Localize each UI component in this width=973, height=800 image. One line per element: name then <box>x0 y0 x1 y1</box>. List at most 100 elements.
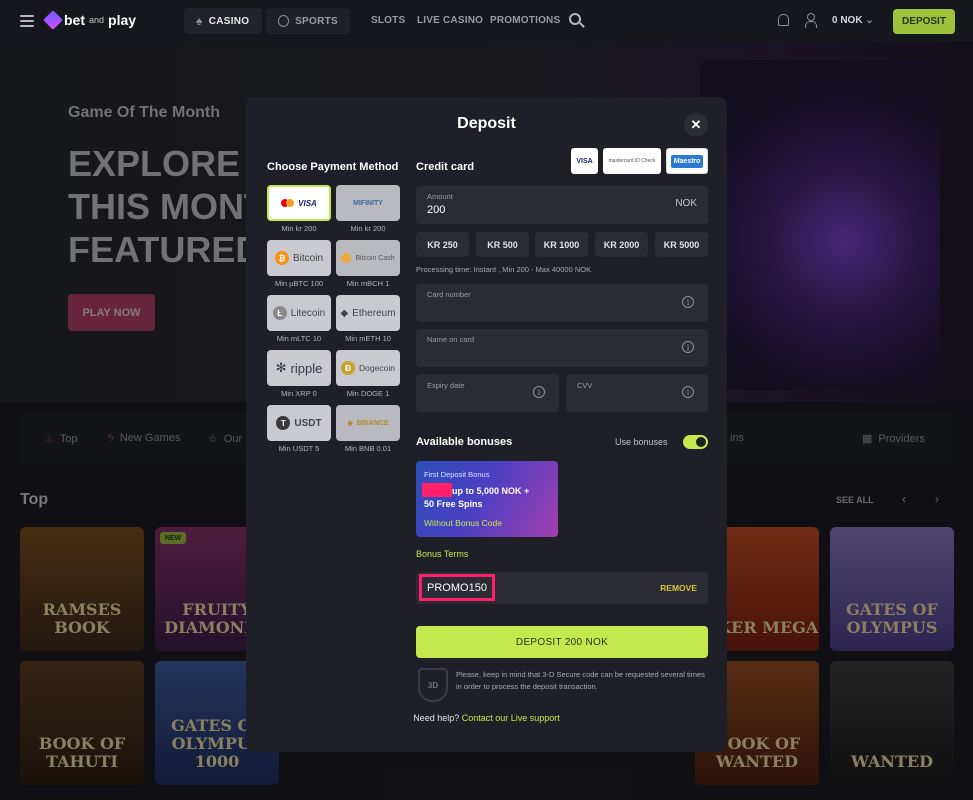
currency-label: NOK <box>675 198 697 209</box>
nav-live-casino[interactable]: LIVE CASINO <box>417 15 483 26</box>
method-visa[interactable]: VISA <box>267 185 331 221</box>
method-bitcoin-cash[interactable]: Bitcoin Cash <box>336 240 400 276</box>
game-tile[interactable]: WANTED <box>830 661 954 785</box>
remove-promo-button[interactable]: REMOVE <box>660 583 697 593</box>
credit-card-title: Credit card <box>416 161 475 173</box>
chevron-down-icon: ⌄ <box>865 15 874 26</box>
expiry-date-field[interactable]: Expiry date i <box>416 374 559 412</box>
category-our[interactable]: ☆ Our <box>208 432 242 446</box>
method-ethereum[interactable]: ◆ Ethereum <box>336 295 400 331</box>
cvv-field[interactable]: CVV i <box>566 374 708 412</box>
method-min: Min mBCH 1 <box>346 279 390 288</box>
top-nav: bet and play ♠ CASINO SPORTS SLOTS LIVE CA… <box>0 0 973 42</box>
ball-icon <box>278 15 290 27</box>
bitcoin-icon: ₿ <box>274 251 289 265</box>
game-tile[interactable]: RAMSES BOOK <box>20 527 144 651</box>
method-binance[interactable]: ◈ BINANCE <box>336 405 400 441</box>
litecoin-icon: Ł <box>272 306 287 320</box>
live-support-link[interactable]: Contact our Live support <box>462 713 560 723</box>
method-min: Min kr 200 <box>350 224 386 233</box>
method-bitcoin[interactable]: ₿ Bitcoin <box>267 240 331 276</box>
ripple-icon: ✻ <box>275 360 287 375</box>
method-min: Min BNB 0.01 <box>344 444 392 453</box>
promo-code-field[interactable]: PROMO150 REMOVE <box>416 572 708 604</box>
hero-artwork <box>700 60 940 390</box>
quick-amount-button[interactable]: KR 2000 <box>595 232 648 257</box>
search-icon[interactable] <box>569 13 581 25</box>
bonus-card[interactable]: First Deposit Bonus up to 5,000 NOK + 50… <box>416 461 558 537</box>
use-bonuses-toggle[interactable] <box>683 435 708 449</box>
star-icon: ☆ <box>208 433 218 445</box>
next-arrow-icon[interactable]: › <box>935 492 939 506</box>
quick-amount-button[interactable]: KR 5000 <box>655 232 708 257</box>
method-min: Min XRP 0 <box>281 389 317 398</box>
method-min: Min mLTC 10 <box>276 334 322 343</box>
bell-icon[interactable] <box>778 14 789 26</box>
bitcoin-cash-icon <box>341 253 352 263</box>
method-dogecoin[interactable]: Ð Dogecoin <box>336 350 400 386</box>
nav-promotions[interactable]: PROMOTIONS <box>490 15 560 26</box>
name-on-card-field[interactable]: Name on card i <box>416 329 708 367</box>
card-number-field[interactable]: Card number i <box>416 284 708 322</box>
category-new-games[interactable]: ϟ New Games <box>108 432 180 444</box>
quick-amount-button[interactable]: KR 250 <box>416 232 469 257</box>
amount-field[interactable]: Amount 200 NOK <box>416 186 708 224</box>
visa-logo: VISA <box>571 148 598 174</box>
deposit-modal: Deposit ✕ Choose Payment Method VISA Min… <box>246 97 727 752</box>
info-icon[interactable]: i <box>682 341 694 353</box>
nav-sports[interactable]: SPORTS <box>266 8 350 34</box>
info-icon[interactable]: i <box>533 386 545 398</box>
flame-icon: ♨ <box>44 433 54 445</box>
info-icon[interactable]: i <box>682 386 694 398</box>
game-tile[interactable]: BOOK OF TAHUTI <box>20 661 144 785</box>
new-badge: NEW <box>160 532 186 544</box>
game-tile[interactable]: GATES OF OLYMPUS <box>830 527 954 651</box>
tether-icon: T <box>276 416 291 430</box>
method-usdt[interactable]: T USDT <box>267 405 331 441</box>
spade-icon: ♠ <box>196 14 203 28</box>
nav-slots[interactable]: SLOTS <box>371 15 405 26</box>
balance-value: 0 NOK <box>832 15 863 26</box>
promo-code-value: PROMO150 <box>419 574 495 601</box>
hero-title: EXPLORE THIS MONTH FEATURED <box>68 143 268 270</box>
close-icon[interactable]: ✕ <box>684 113 708 137</box>
prev-arrow-icon[interactable]: ‹ <box>902 492 906 506</box>
hero-subtitle: Game Of The Month <box>68 104 220 121</box>
available-bonuses-title: Available bonuses <box>416 436 513 448</box>
category-ins[interactable]: ins <box>730 432 744 444</box>
mastercard-logo: mastercard ID Check <box>603 148 661 174</box>
menu-icon[interactable] <box>20 15 34 27</box>
method-min: Min USDT 5 <box>278 444 320 453</box>
method-litecoin[interactable]: Ł Litecoin <box>267 295 331 331</box>
play-now-button[interactable]: PLAY NOW <box>68 294 155 331</box>
amount-value: 200 <box>427 204 446 216</box>
method-mifinity[interactable]: MIFINITY <box>336 185 400 221</box>
method-ripple[interactable]: ✻ ripple <box>267 350 331 386</box>
user-icon[interactable] <box>805 13 817 28</box>
bonus-terms-link[interactable]: Bonus Terms <box>416 549 468 559</box>
category-top[interactable]: ♨ Top <box>44 432 78 446</box>
method-min: Min µBTC 100 <box>274 279 324 288</box>
payment-method-title: Choose Payment Method <box>267 161 399 173</box>
logo-icon <box>43 10 63 30</box>
category-providers[interactable]: ▦ Providers <box>862 432 925 446</box>
method-min: Min mETH 10 <box>345 334 391 343</box>
grid-icon: ▦ <box>862 433 873 445</box>
maestro-logo: Maestro <box>666 148 708 174</box>
nav-casino[interactable]: ♠ CASINO <box>184 8 262 34</box>
deposit-header-button[interactable]: DEPOSIT <box>893 9 955 34</box>
balance-dropdown[interactable]: 0 NOK ⌄ <box>832 15 874 26</box>
secure-note: Please, keep in mind that 3-D Secure cod… <box>456 670 705 691</box>
quick-amount-button[interactable]: KR 1000 <box>535 232 588 257</box>
quick-amount-button[interactable]: KR 500 <box>476 232 529 257</box>
deposit-submit-button[interactable]: DEPOSIT 200 NOK <box>416 626 708 658</box>
redaction-mark <box>422 483 452 497</box>
3d-secure-shield-icon: 3D <box>418 668 448 702</box>
see-all-link[interactable]: SEE ALL <box>836 495 874 505</box>
info-icon[interactable]: i <box>682 296 694 308</box>
logo[interactable]: bet and play <box>43 10 136 30</box>
method-min: Min DOGE 1 <box>346 389 390 398</box>
dogecoin-icon: Ð <box>341 361 356 375</box>
method-min: Min kr 200 <box>281 224 317 233</box>
modal-title: Deposit <box>457 115 516 132</box>
